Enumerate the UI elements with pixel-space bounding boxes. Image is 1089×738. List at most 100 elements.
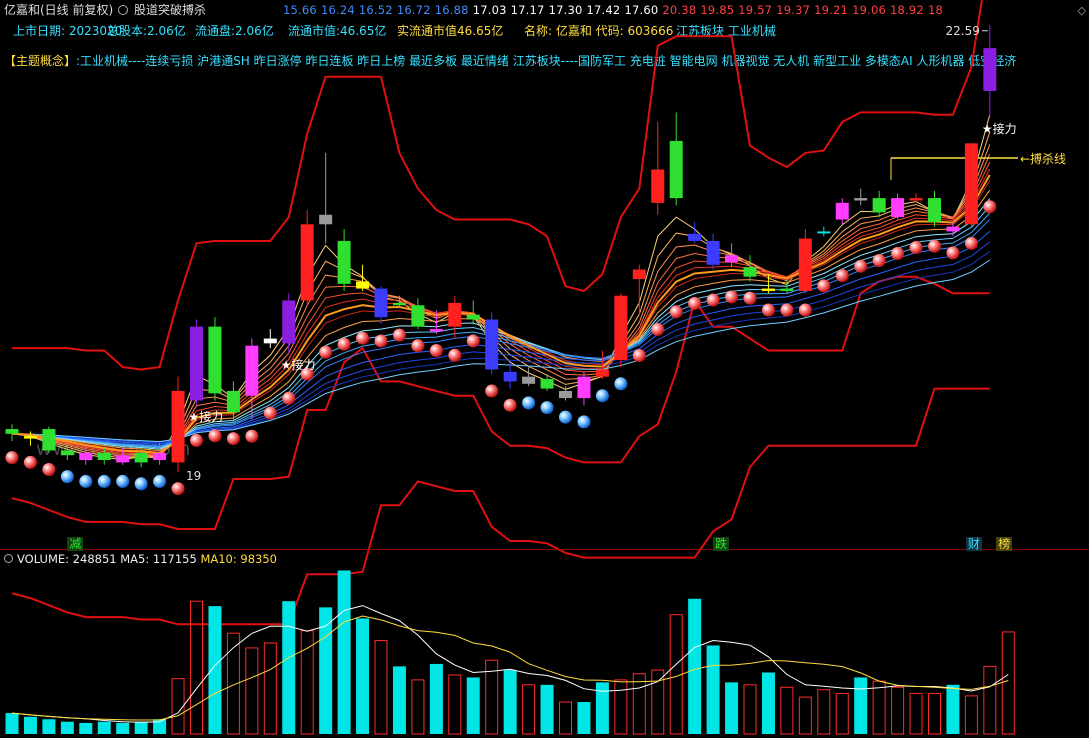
volume-bar [835, 692, 849, 735]
candle-body [392, 302, 406, 306]
candle-body [540, 379, 554, 389]
bottom-marker: 减 [67, 537, 84, 551]
support-dot [392, 328, 406, 342]
volume-bar [356, 618, 370, 734]
ema-ribbon-line [11, 131, 991, 459]
candle-body [245, 345, 259, 396]
candle-body [928, 198, 941, 222]
candle-body [374, 288, 388, 318]
volume-bar [522, 684, 536, 735]
support-dot [171, 482, 185, 496]
ema-ribbon-line [11, 114, 991, 461]
support-dot [42, 463, 56, 477]
volume-bar [632, 673, 646, 735]
support-dot [79, 474, 93, 488]
volume-bar [190, 600, 203, 735]
support-dot [411, 339, 425, 353]
volume-bar [688, 598, 702, 734]
volume-bar [337, 570, 351, 734]
support-dot [485, 384, 499, 398]
support-dot [928, 239, 941, 253]
candle-body [171, 390, 185, 463]
candle-body [79, 452, 93, 460]
candle-body [116, 455, 130, 463]
candle-body [208, 326, 222, 394]
support-dot [651, 322, 665, 336]
support-dot [448, 348, 462, 362]
volume-bar [854, 677, 868, 734]
candle-body [669, 140, 683, 199]
volume-bar [614, 679, 628, 735]
candle-body [134, 452, 148, 463]
support-dot [208, 429, 222, 443]
volume-bar [42, 719, 56, 734]
support-dot [356, 331, 370, 345]
support-dot [595, 389, 609, 403]
support-dot [946, 246, 960, 260]
candle-body [780, 288, 794, 291]
relay-label: ★接力 [281, 357, 316, 372]
low-price-label: 19 [186, 469, 201, 483]
candle-body [891, 198, 905, 218]
support-dot [60, 470, 74, 484]
support-dot [577, 415, 591, 429]
envelope-band [11, 387, 990, 626]
ema-ribbon-line [11, 180, 991, 453]
candle-body [835, 202, 849, 220]
volume-bar [1001, 631, 1015, 735]
candle-body [5, 429, 19, 434]
envelope-band [12, 0, 983, 371]
relay-label: ★接力 [982, 121, 1017, 136]
candle-body [356, 281, 370, 289]
candle-body [632, 269, 646, 280]
support-dot [116, 474, 130, 488]
support-dot [614, 377, 628, 391]
volume-bar [374, 640, 388, 735]
candle-body [651, 169, 665, 203]
ma5-label: MA5: 117155 [120, 552, 197, 566]
volume-bar [5, 713, 19, 734]
support-dot [282, 391, 296, 405]
candle-body [263, 338, 277, 344]
support-dot [134, 477, 148, 491]
volume-bar [946, 684, 960, 734]
support-dot [522, 396, 536, 410]
candle-body [337, 240, 351, 284]
ma10-label: MA10: 98350 [200, 552, 277, 566]
support-dot [983, 200, 997, 214]
volume-bar [872, 680, 886, 735]
volume-bar [60, 721, 74, 734]
candle-body [559, 390, 572, 399]
support-dot [466, 334, 480, 348]
candle-body [97, 452, 111, 460]
candle-body [282, 300, 296, 344]
support-dot [835, 269, 849, 283]
volume-bar [725, 682, 739, 734]
support-dot [23, 455, 37, 469]
volume-bar [559, 701, 572, 735]
candle-body [817, 231, 831, 234]
volume-label: VOLUME: 248851 [17, 552, 117, 566]
volume-bar [780, 686, 794, 735]
candle-body [872, 198, 886, 213]
candle-body [595, 369, 609, 377]
volume-bar [798, 696, 812, 735]
candle-body [706, 240, 720, 265]
volume-bar [171, 678, 185, 735]
volume-bar [208, 606, 222, 734]
candle-body [983, 48, 997, 91]
candle-body [319, 214, 333, 225]
panel-divider [0, 549, 1089, 550]
support-dot [761, 303, 775, 317]
support-dot [743, 291, 757, 305]
volume-bar [743, 684, 757, 735]
support-dot [854, 259, 868, 273]
candle-body [854, 198, 868, 201]
support-dot [706, 293, 720, 307]
support-dot [429, 343, 443, 357]
support-dot [725, 290, 739, 304]
volume-header: VOLUME: 248851 MA5: 117155 MA10: 98350 [4, 552, 277, 566]
price-chart[interactable]: ★接力★接力★接力←搏杀线22.5919 [0, 0, 1089, 738]
volume-settings-icon[interactable] [4, 554, 13, 563]
candle-body [190, 326, 203, 401]
